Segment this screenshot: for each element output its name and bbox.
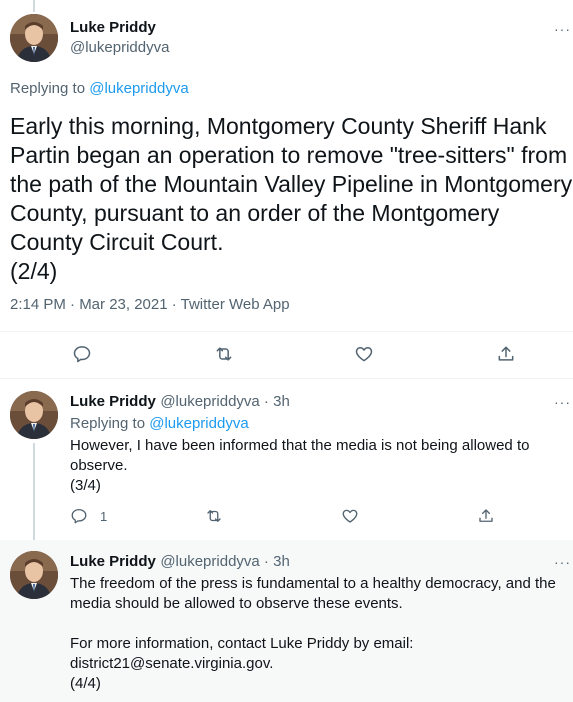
thread-connector-top [33, 0, 35, 12]
heart-icon [342, 509, 358, 523]
avatar[interactable] [10, 551, 58, 599]
replying-to-handle-link[interactable]: @lukepriddyva [149, 415, 248, 432]
reply-icon [71, 508, 87, 524]
time-ago[interactable]: · 3h [260, 393, 290, 410]
avatar-image [10, 14, 58, 62]
replying-to-label: Replying to [70, 415, 150, 432]
divider [0, 331, 573, 332]
author-name[interactable]: Luke Priddy [70, 18, 156, 38]
reply-header: Luke Priddy @lukepriddyva · 3h [70, 552, 290, 572]
author-handle[interactable]: @lukepriddyva [70, 38, 169, 58]
share-icon [479, 509, 493, 522]
replying-to-label: Replying to [10, 80, 90, 97]
reply-icon [73, 346, 91, 363]
reply-tweet[interactable]: Luke Priddy @lukepriddyva · 3h ··· Reply… [0, 379, 573, 540]
avatar[interactable] [10, 14, 58, 62]
reply-button[interactable] [72, 344, 92, 364]
author-name[interactable]: Luke Priddy [70, 553, 156, 570]
reply-tweet-focused[interactable]: Luke Priddy @lukepriddyva · 3h ··· The f… [0, 540, 573, 702]
retweet-button[interactable] [214, 344, 234, 364]
replying-to-handle-link[interactable]: @lukepriddyva [89, 80, 188, 97]
avatar-image [10, 391, 58, 439]
replying-to: Replying to @lukepriddyva [70, 414, 565, 434]
tweet-timestamp[interactable]: 2:14 PM · Mar 23, 2021 · Twitter Web App [10, 295, 290, 315]
like-button[interactable] [354, 344, 374, 364]
reply-count: 1 [100, 508, 108, 524]
share-button[interactable] [477, 507, 495, 525]
more-options-icon[interactable]: ··· [554, 395, 571, 409]
author-handle[interactable]: @lukepriddyva [160, 393, 259, 410]
author-name[interactable]: Luke Priddy [70, 393, 156, 410]
more-options-icon[interactable]: ··· [554, 555, 571, 569]
more-options-icon[interactable]: ··· [554, 22, 571, 36]
retweet-icon [207, 510, 221, 522]
heart-icon [355, 347, 373, 362]
retweet-icon [216, 347, 232, 361]
avatar[interactable] [10, 391, 58, 439]
share-icon [498, 346, 514, 361]
reply-button[interactable]: 1 [70, 507, 107, 525]
reply-header: Luke Priddy @lukepriddyva · 3h [70, 392, 290, 412]
tweet-text: Early this morning, Montgomery County Sh… [10, 113, 573, 284]
avatar-image [10, 551, 58, 599]
retweet-button[interactable] [205, 507, 223, 525]
author-handle[interactable]: @lukepriddyva [160, 553, 259, 570]
tweet-text: However, I have been informed that the m… [70, 437, 530, 494]
share-button[interactable] [496, 344, 516, 364]
replying-to: Replying to @lukepriddyva [10, 79, 189, 99]
time-ago[interactable]: · 3h [260, 553, 290, 570]
like-button[interactable] [341, 507, 359, 525]
tweet-text: The freedom of the press is fundamental … [70, 575, 556, 692]
thread-connector [33, 443, 35, 540]
